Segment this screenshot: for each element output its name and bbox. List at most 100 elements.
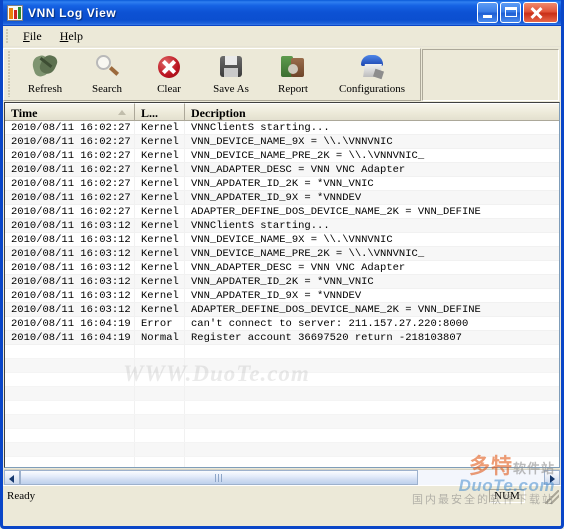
log-rows-container[interactable]: 2010/08/11 16:02:27 Kernel VNNClientS star… — [5, 121, 559, 467]
cell-empty — [185, 415, 559, 428]
table-row[interactable]: 2010/08/11 16:03:12 Kernel ADAPTER_DEFINE_… — [5, 303, 559, 317]
scroll-left-arrow-icon[interactable] — [4, 470, 20, 485]
cell-desc: ADAPTER_DEFINE_DOS_DEVICE_NAME_2K = VNN_… — [191, 206, 481, 218]
cell-time: 2010/08/11 16:03:12 — [5, 233, 135, 246]
table-row[interactable]: 2010/08/11 16:03:12 Kernel VNN_APDATER_ID_… — [5, 289, 559, 303]
cell-empty — [5, 387, 135, 400]
table-row[interactable]: 2010/08/11 16:02:27 Kernel VNNClientS star… — [5, 121, 559, 135]
horizontal-scroll-thumb[interactable] — [20, 470, 419, 485]
table-row[interactable]: 2010/08/11 16:03:12 Kernel VNNClientS star… — [5, 219, 559, 233]
menu-item-file[interactable]: File — [14, 27, 51, 46]
table-row[interactable]: 2010/08/11 16:02:27 Kernel VNN_DEVICE_NAME… — [5, 149, 559, 163]
menu-bar: File Help — [3, 26, 561, 47]
menu-item-help[interactable]: Help — [51, 27, 92, 46]
cell-empty — [5, 373, 135, 386]
cell-level: Kernel — [135, 261, 185, 274]
cell-time: 2010/08/11 16:04:19 — [5, 317, 135, 330]
cell-desc: VNN_ADAPTER_DESC = VNN VNC Adapter — [191, 164, 406, 176]
cell-desc: ADAPTER_DEFINE_DOS_DEVICE_NAME_2K = VNN_… — [191, 304, 481, 316]
cell-empty — [135, 429, 185, 442]
horizontal-scroll-track[interactable] — [20, 470, 544, 485]
log-column-header-row: Time L... Decription — [5, 103, 559, 121]
cell-empty — [135, 345, 185, 358]
cell-desc: VNN_APDATER_ID_9X = *VNNDEV — [191, 192, 362, 204]
cell-empty — [135, 415, 185, 428]
minimize-button[interactable] — [477, 2, 498, 23]
cell-empty — [5, 415, 135, 428]
menu-grip-handle[interactable] — [6, 29, 9, 43]
maximize-button[interactable] — [500, 2, 521, 23]
cell-desc: Register account 36697520 return -218103… — [191, 332, 462, 344]
table-row-empty — [5, 401, 559, 415]
save-as-button-label: Save As — [213, 83, 249, 95]
cell-empty — [185, 457, 559, 467]
cell-empty — [185, 387, 559, 400]
cell-empty — [135, 373, 185, 386]
cell-empty — [185, 359, 559, 372]
table-row[interactable]: 2010/08/11 16:03:12 Kernel VNN_ADAPTER_DES… — [5, 261, 559, 275]
table-row[interactable]: 2010/08/11 16:03:12 Kernel VNN_DEVICE_NAME… — [5, 247, 559, 261]
table-row[interactable]: 2010/08/11 16:03:12 Kernel VNN_APDATER_ID_… — [5, 275, 559, 289]
table-row[interactable]: 2010/08/11 16:03:12 Kernel VNN_DEVICE_NAME… — [5, 233, 559, 247]
cell-empty — [185, 401, 559, 414]
sort-ascending-icon — [118, 110, 126, 115]
table-row[interactable]: 2010/08/11 16:02:27 Kernel VNN_APDATER_ID_… — [5, 177, 559, 191]
cell-level: Kernel — [135, 247, 185, 260]
cell-empty — [135, 401, 185, 414]
horizontal-scrollbar[interactable] — [4, 469, 560, 485]
cell-level: Kernel — [135, 177, 185, 190]
cell-level: Kernel — [135, 275, 185, 288]
search-button[interactable]: Search — [76, 49, 138, 100]
refresh-button[interactable]: Refresh — [14, 49, 76, 100]
report-icon — [278, 52, 308, 82]
cell-level: Kernel — [135, 135, 185, 148]
table-row[interactable]: 2010/08/11 16:02:27 Kernel VNN_APDATER_ID_… — [5, 191, 559, 205]
save-as-button[interactable]: Save As — [200, 49, 262, 100]
column-header-description-label: Decription — [191, 106, 246, 120]
column-header-level[interactable]: L... — [135, 103, 185, 120]
cell-desc: VNN_DEVICE_NAME_PRE_2K = \\.\VNNVNIC_ — [191, 150, 425, 162]
application-window: VNN Log View File Help Refresh Search Cl… — [0, 0, 564, 529]
clear-icon — [154, 52, 184, 82]
report-button-label: Report — [278, 83, 308, 95]
table-row[interactable]: 2010/08/11 16:02:27 Kernel VNN_DEVICE_NAME… — [5, 135, 559, 149]
configurations-button-label: Configurations — [339, 83, 405, 95]
cell-empty — [5, 359, 135, 372]
resize-grip-icon[interactable] — [545, 490, 559, 504]
toolbar-area: Refresh Search Clear Save As Report Conf… — [3, 47, 561, 102]
report-button[interactable]: Report — [262, 49, 324, 100]
cell-desc: VNN_DEVICE_NAME_9X = \\.\VNNVNIC — [191, 136, 393, 148]
cell-empty — [5, 401, 135, 414]
table-row[interactable]: 2010/08/11 16:02:27 Kernel VNN_ADAPTER_DES… — [5, 163, 559, 177]
scroll-right-arrow-icon[interactable] — [544, 470, 560, 485]
cell-level: Kernel — [135, 233, 185, 246]
table-row-empty — [5, 415, 559, 429]
cell-empty — [135, 457, 185, 467]
cell-empty — [185, 443, 559, 456]
cell-level: Error — [135, 317, 185, 330]
table-row[interactable]: 2010/08/11 16:04:19 Error can't connect to… — [5, 317, 559, 331]
cell-empty — [135, 387, 185, 400]
clear-button[interactable]: Clear — [138, 49, 200, 100]
column-header-description[interactable]: Decription — [185, 103, 559, 120]
app-icon — [7, 4, 23, 21]
cell-empty — [5, 457, 135, 467]
cell-empty — [185, 373, 559, 386]
table-row-empty — [5, 387, 559, 401]
configurations-button[interactable]: Configurations — [324, 49, 420, 100]
toolbar-grip-handle[interactable] — [8, 51, 11, 97]
cell-time: 2010/08/11 16:03:12 — [5, 261, 135, 274]
column-header-time-label: Time — [11, 106, 38, 120]
refresh-button-label: Refresh — [27, 83, 63, 95]
configurations-icon — [357, 52, 387, 82]
table-row[interactable]: 2010/08/11 16:02:27 Kernel ADAPTER_DEFINE_… — [5, 205, 559, 219]
close-button[interactable] — [523, 2, 558, 23]
cell-level: Kernel — [135, 205, 185, 218]
table-row[interactable]: 2010/08/11 16:04:19 Normal Register accoun… — [5, 331, 559, 345]
column-header-level-label: L... — [141, 106, 159, 120]
column-header-time[interactable]: Time — [5, 103, 135, 120]
cell-level: Kernel — [135, 121, 185, 134]
cell-time: 2010/08/11 16:04:19 — [5, 331, 135, 344]
cell-empty — [5, 345, 135, 358]
cell-desc: VNN_ADAPTER_DESC = VNN VNC Adapter — [191, 262, 406, 274]
